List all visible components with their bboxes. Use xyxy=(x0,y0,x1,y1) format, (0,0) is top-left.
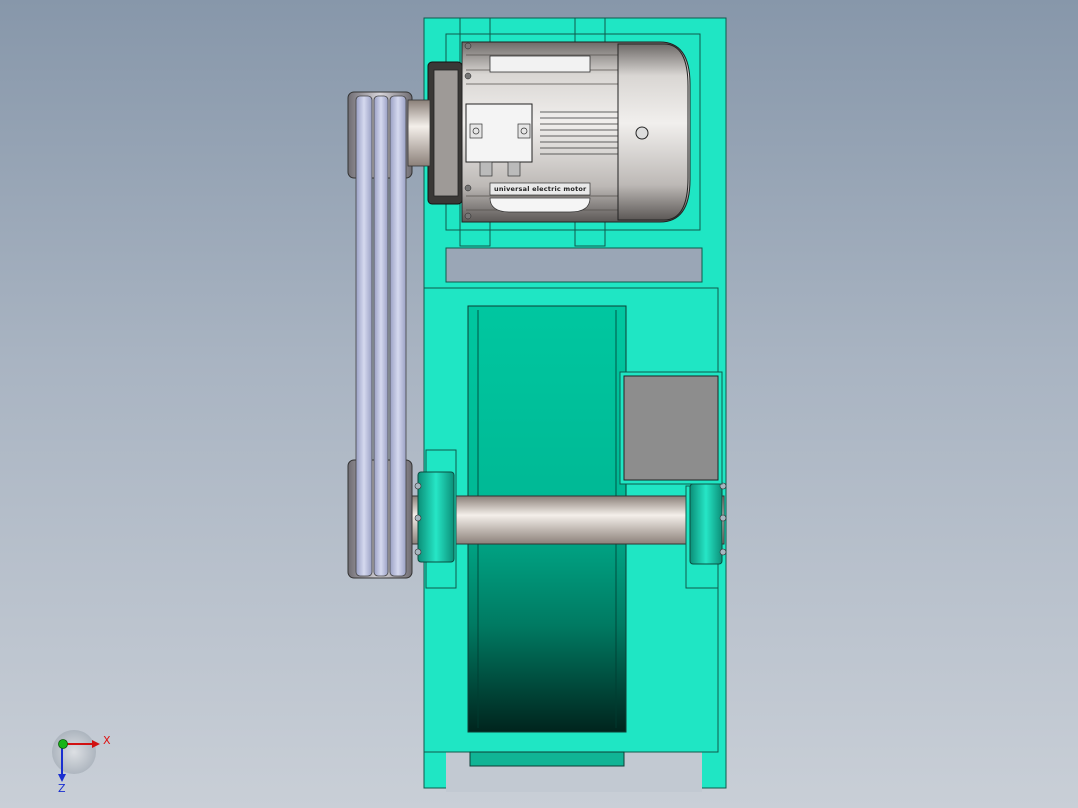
side-control-box[interactable] xyxy=(619,371,723,485)
v-belt-3 xyxy=(389,95,407,577)
z-axis-label: Z xyxy=(58,782,66,795)
cable-gland-2 xyxy=(507,161,521,177)
right-bearing-flange xyxy=(689,483,723,565)
drum-base-plate xyxy=(469,751,625,767)
motor-rear-vent-icon xyxy=(635,126,649,140)
v-belt-1 xyxy=(355,95,373,577)
y-axis-icon xyxy=(58,739,68,749)
electric-motor[interactable]: universal electric motor xyxy=(427,17,701,247)
coordinate-triad: X Z xyxy=(52,730,111,795)
x-axis-label: X xyxy=(103,734,111,747)
v-belt-2 xyxy=(373,95,389,577)
left-bearing-flange xyxy=(417,471,455,563)
cad-viewport[interactable]: universal electric motor X Z xyxy=(0,0,1078,808)
motor-nameplate-text: universal electric motor xyxy=(494,185,587,193)
motor-mount-opening xyxy=(445,247,703,283)
motor-shaft xyxy=(407,99,431,167)
motor-top-plate xyxy=(489,55,591,73)
cable-gland-1 xyxy=(479,161,493,177)
